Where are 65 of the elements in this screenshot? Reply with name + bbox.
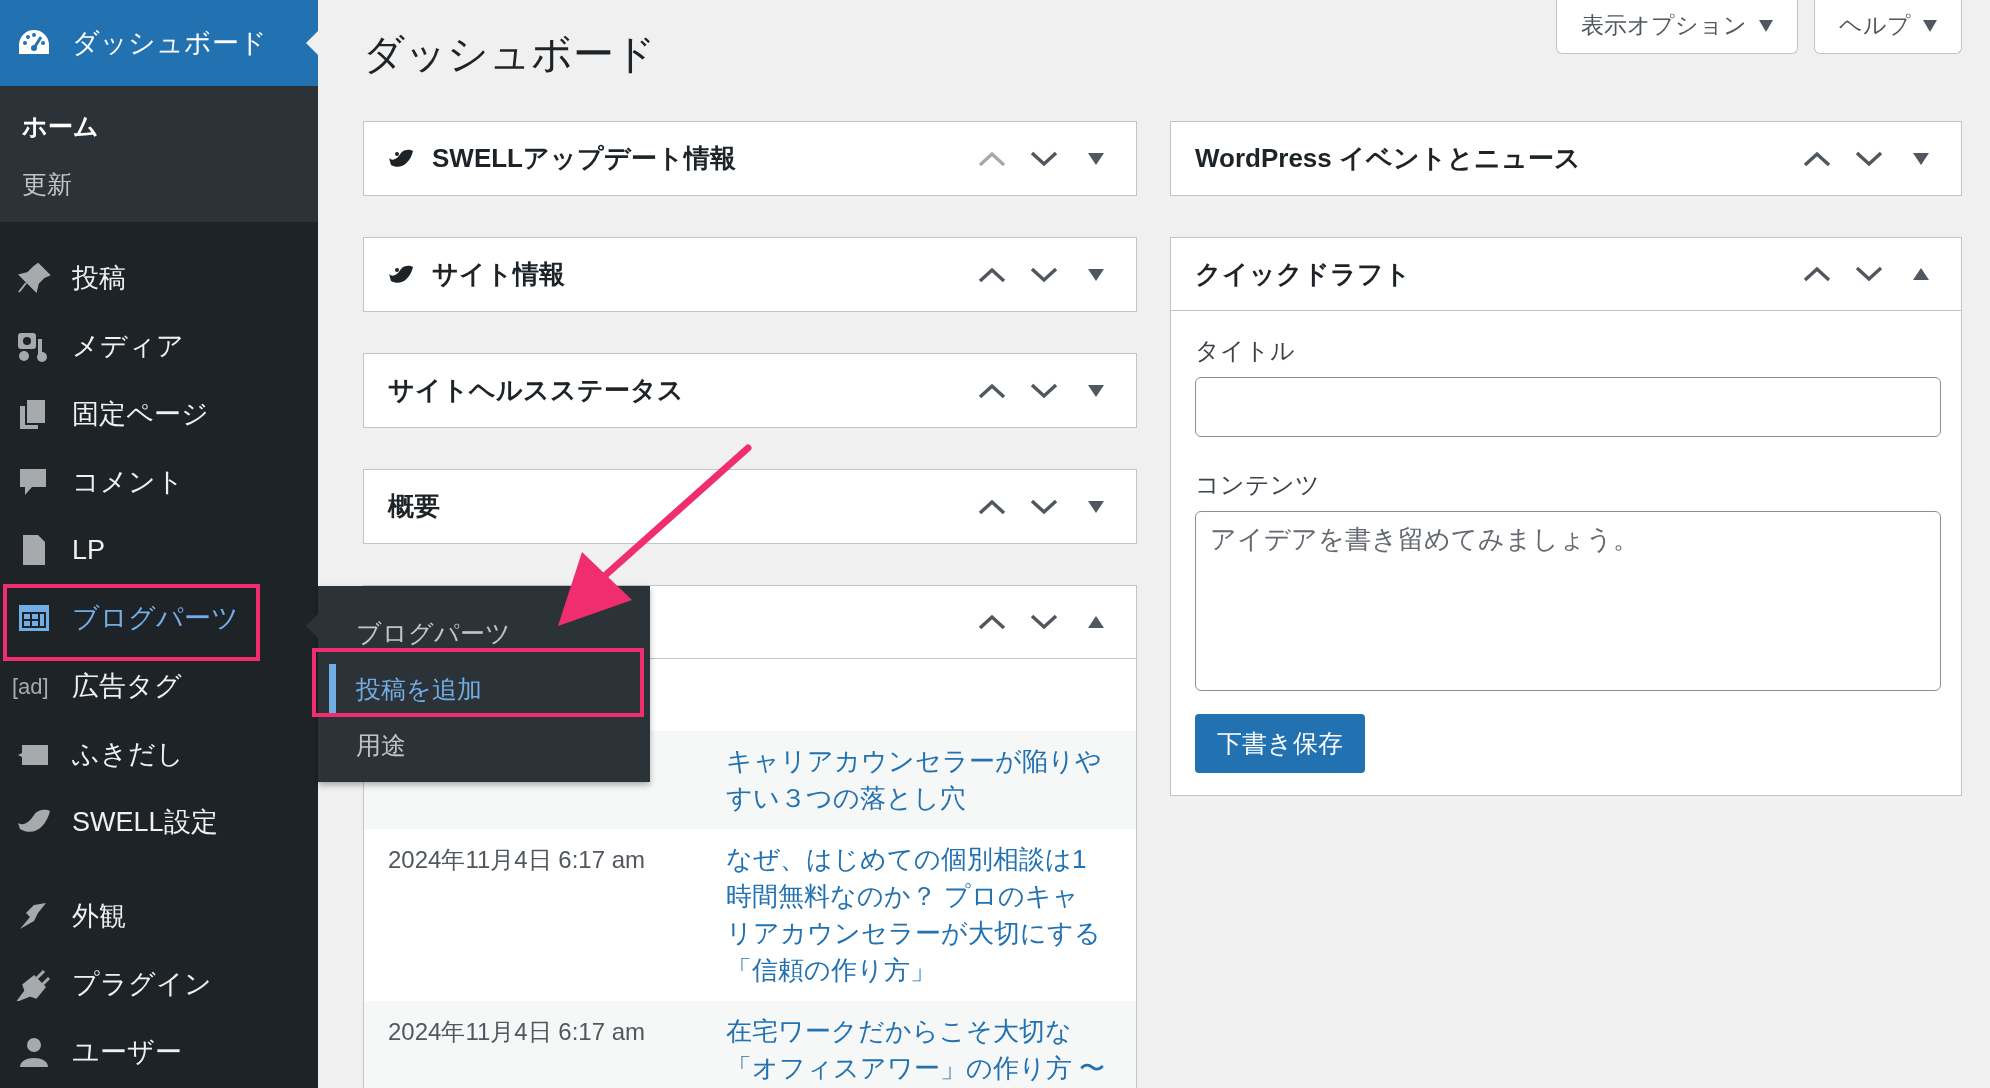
textarea-field[interactable]: アイデアを書き留めてみましょう。 [1195, 511, 1941, 692]
sidebar-item[interactable]: メディア [0, 312, 318, 380]
sidebar-item[interactable]: 固定ページ [0, 380, 318, 448]
post-link[interactable]: なぜ、はじめての個別相談は1時間無料なのか？ プロのキャリアカウンセラーが大切にする「信頼の作り方」 [726, 841, 1106, 990]
wave-icon [388, 147, 414, 170]
ad-icon: [ad] [12, 669, 54, 703]
chevron-down-icon [1855, 150, 1883, 167]
wave-icon [388, 263, 414, 286]
sidebar-item[interactable]: ふきだし [0, 720, 318, 788]
chevron-up-icon [978, 498, 1006, 515]
sidebar-item[interactable]: ブログパーツ [0, 584, 318, 652]
caret-icon [1759, 19, 1773, 32]
triangle-down-icon [1913, 152, 1929, 165]
widget-title: クイックドラフト [1195, 258, 1411, 290]
widget-title: 概要 [388, 491, 440, 523]
chevron-up-icon [1803, 150, 1831, 167]
field-label: コンテンツ [1195, 470, 1321, 501]
triangle-down-icon [1088, 500, 1104, 513]
post-link[interactable]: キャリアカウンセラーが陥りやすい３つの落とし穴 [726, 743, 1106, 818]
triangle-up-icon [1913, 268, 1929, 281]
triangle-down-icon [1088, 268, 1104, 281]
flyout-item[interactable]: 投稿を追加 [318, 662, 650, 718]
sidebar-item[interactable]: ユーザー [0, 1018, 318, 1086]
chevron-up-icon [978, 382, 1006, 399]
chevron-down-icon [1030, 498, 1058, 515]
plug-icon [16, 967, 52, 1001]
caret-icon [1923, 19, 1937, 32]
sidebar-item[interactable]: [ad] 広告タグ [0, 652, 318, 720]
flyout-item[interactable]: 用途 [318, 718, 650, 774]
triangle-up-icon [1088, 616, 1104, 629]
pushpin-icon [16, 261, 52, 295]
chevron-up-icon [978, 150, 1006, 167]
dropdown-button[interactable]: ヘルプ [1814, 0, 1962, 54]
dropdown-button[interactable]: 表示オプション [1556, 0, 1798, 54]
chevron-down-icon [1030, 150, 1058, 167]
chevron-up-icon [978, 614, 1006, 631]
chevron-down-icon [1030, 266, 1058, 283]
post-date: 2024年11月4日 6:17 am [388, 846, 646, 874]
chevron-up-icon [1803, 266, 1831, 283]
triangle-down-icon [1088, 152, 1104, 165]
chevron-down-icon [1855, 266, 1883, 283]
chevron-down-icon [1030, 614, 1058, 631]
sidebar-item[interactable]: プラグイン [0, 950, 318, 1018]
save-draft-button[interactable]: 下書き保存 [1195, 714, 1365, 774]
sidebar-item[interactable]: 投稿 [0, 244, 318, 312]
input-field[interactable] [1195, 377, 1941, 438]
widget-title: WordPress イベントとニュース [1195, 143, 1581, 175]
widget-title: サイトヘルスステータス [388, 375, 684, 407]
page-title: ダッシュボード [363, 30, 656, 79]
flyout-item[interactable]: ブログパーツ [318, 606, 650, 662]
sidebar-item[interactable]: SWELL設定 [0, 788, 318, 856]
submenu-item[interactable]: ホーム [0, 98, 318, 156]
sidebar-item[interactable]: LP [0, 516, 318, 584]
submenu-item[interactable]: 更新 [0, 156, 318, 214]
widget-title: サイト情報 [432, 259, 565, 291]
chevron-down-icon [1030, 382, 1058, 399]
current-menu-item[interactable]: ダッシュボード [0, 0, 318, 86]
sidebar-item[interactable]: コメント [0, 448, 318, 516]
post-link[interactable]: 在宅ワークだからこそ大切な「オフィスアワー」の作り方 〜 [726, 1013, 1106, 1088]
post-date: 2024年11月4日 6:17 am [388, 1018, 646, 1046]
field-label: タイトル [1195, 336, 1296, 367]
widget-title: SWELLアップデート情報 [432, 143, 736, 175]
chevron-up-icon [978, 266, 1006, 283]
sidebar-item[interactable]: 外観 [0, 882, 318, 950]
triangle-down-icon [1088, 384, 1104, 397]
